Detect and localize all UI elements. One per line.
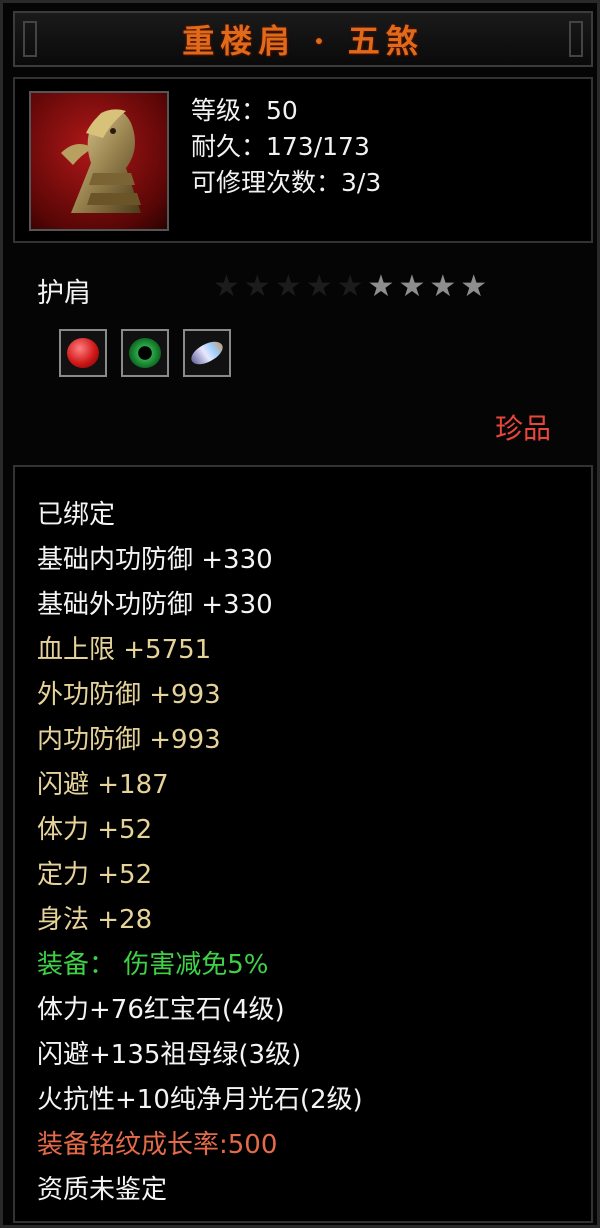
star-filled-icon: ★ xyxy=(398,269,426,304)
item-tooltip: 重楼肩 · 五煞 等级：50 耐久：173/173 可修理次数：3/3 护肩 ★… xyxy=(0,0,600,1228)
attribute-panel: 已绑定 基础内功防御 +330 基础外功防御 +330 血上限 +5751 外功… xyxy=(13,465,593,1223)
attr-base-inner-defense: 基础内功防御 +330 xyxy=(37,545,273,575)
star-empty-icon: ★ xyxy=(213,269,240,304)
bound-status: 已绑定 xyxy=(37,500,116,530)
star-rating: ★ ★ ★ ★ ★ ★ ★ ★ ★ xyxy=(213,269,487,305)
attr-outer-defense: 外功防御 +993 xyxy=(37,680,221,710)
attr-dodge: 闪避 +187 xyxy=(37,770,169,800)
gem-bonus-ruby: 体力+76红宝石(4级) xyxy=(37,995,285,1025)
attr-max-hp: 血上限 +5751 xyxy=(37,635,212,665)
item-durability: 耐久：173/173 xyxy=(191,132,370,161)
moonstone-gem-icon[interactable] xyxy=(183,329,231,377)
star-empty-icon: ★ xyxy=(336,269,364,304)
star-filled-icon: ★ xyxy=(367,269,395,304)
equip-effect: 装备： 伤害减免5% xyxy=(37,950,269,980)
star-filled-icon: ★ xyxy=(460,269,488,304)
aptitude-status: 资质未鉴定 xyxy=(37,1175,168,1205)
dragon-shoulder-icon xyxy=(29,91,169,231)
attr-stamina: 体力 +52 xyxy=(37,815,153,845)
gem-bonus-emerald: 闪避+135祖母绿(3级) xyxy=(37,1040,302,1070)
attr-agility: 身法 +28 xyxy=(37,905,153,935)
gem-slots xyxy=(59,329,231,377)
item-header: 等级：50 耐久：173/173 可修理次数：3/3 xyxy=(13,77,593,243)
title-ornament-left xyxy=(23,21,37,57)
title-bar: 重楼肩 · 五煞 xyxy=(13,11,593,67)
attr-concentration: 定力 +52 xyxy=(37,860,153,890)
attr-inner-defense: 内功防御 +993 xyxy=(37,725,221,755)
attr-base-outer-defense: 基础外功防御 +330 xyxy=(37,590,273,620)
star-empty-icon: ★ xyxy=(274,269,302,304)
inscription-growth: 装备铭纹成长率:500 xyxy=(37,1130,278,1160)
title-ornament-right xyxy=(569,21,583,57)
item-name: 重楼肩 · 五煞 xyxy=(182,22,424,60)
star-empty-icon: ★ xyxy=(305,269,333,304)
item-level: 等级：50 xyxy=(191,96,298,125)
gem-bonus-moonstone: 火抗性+10纯净月光石(2级) xyxy=(37,1085,363,1115)
star-filled-icon: ★ xyxy=(429,269,457,304)
item-type: 护肩 xyxy=(37,278,91,309)
emerald-gem-icon[interactable] xyxy=(121,329,169,377)
item-repair-count: 可修理次数：3/3 xyxy=(191,168,382,197)
star-empty-icon: ★ xyxy=(243,269,271,304)
ruby-gem-icon[interactable] xyxy=(59,329,107,377)
rarity-label: 珍品 xyxy=(494,412,551,445)
